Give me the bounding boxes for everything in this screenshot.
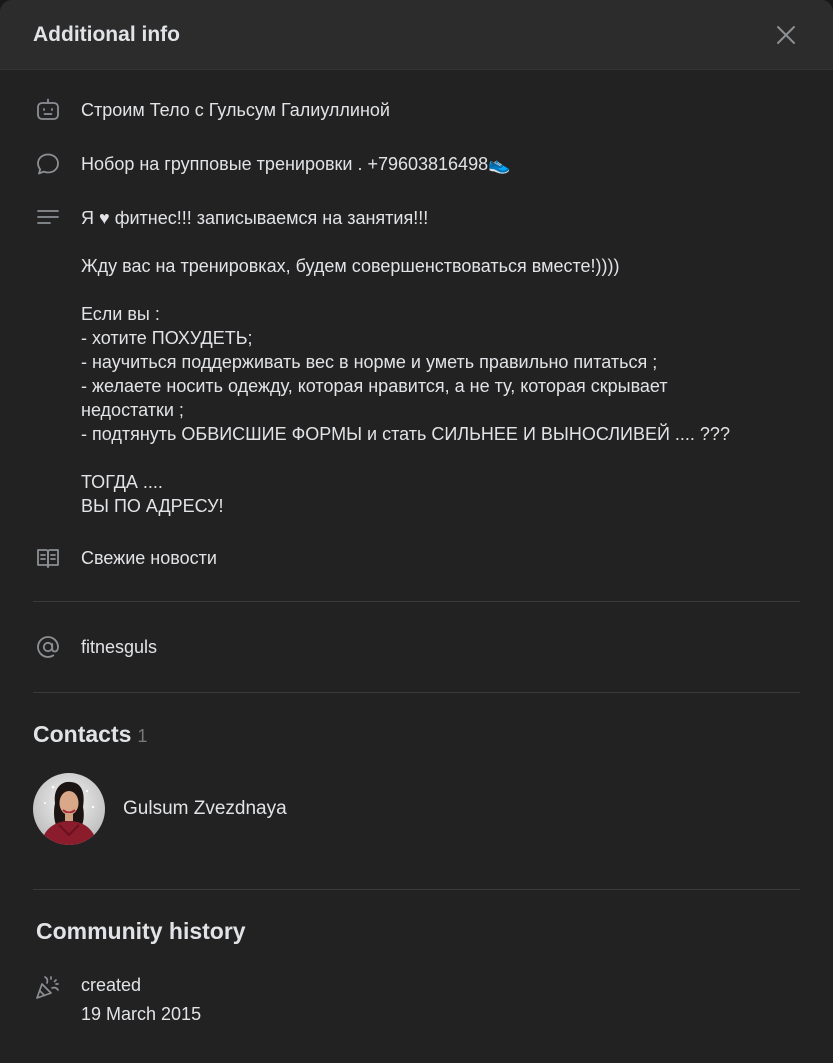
community-description: Я ♥ фитнес!!! записываемся на занятия!!!… — [81, 203, 730, 518]
description-line: Если вы : — [81, 304, 160, 324]
additional-info-modal: Additional info Строим Тело с Гульсум Га… — [0, 0, 833, 1063]
contacts-header: Contacts 1 — [33, 721, 800, 748]
description-line: - хотите ПОХУДЕТЬ; — [81, 328, 253, 348]
divider — [33, 692, 800, 693]
message-icon — [33, 149, 63, 179]
description-line: ТОГДА .... — [81, 472, 163, 492]
community-name: Строим Тело с Гульсум Галиуллиной — [81, 100, 390, 120]
history-item: created 19 March 2015 — [33, 972, 800, 1026]
history-event: created — [81, 975, 142, 995]
modal-header: Additional info — [0, 0, 833, 70]
divider — [33, 889, 800, 890]
community-status: Нобор на групповые тренировки . +7960381… — [81, 154, 511, 174]
history-title: Community history — [36, 918, 246, 944]
divider — [33, 601, 800, 602]
info-row-address: fitnesguls — [33, 632, 800, 662]
modal-title: Additional info — [33, 22, 180, 46]
info-row-status: Нобор на групповые тренировки . +7960381… — [33, 149, 800, 179]
contact-item[interactable]: Gulsum Zvezdnaya — [33, 773, 800, 845]
description-line — [81, 278, 730, 302]
book-icon — [33, 543, 63, 573]
description-line: Я ♥ фитнес!!! записываемся на занятия!!! — [81, 208, 429, 228]
history-header: Community history — [33, 918, 800, 945]
description-line: - научиться поддерживать вес в норме и у… — [81, 352, 658, 372]
at-icon — [33, 632, 63, 662]
history-date: 19 March 2015 — [81, 1004, 202, 1024]
contact-name[interactable]: Gulsum Zvezdnaya — [123, 798, 287, 820]
description-line: недостатки ; — [81, 400, 184, 420]
modal-body: Строим Тело с Гульсум Галиуллиной Нобор … — [0, 95, 833, 1026]
description-line: - подтянуть ОБВИСШИЕ ФОРМЫ и стать СИЛЬН… — [81, 424, 730, 444]
description-line — [81, 230, 730, 254]
description-line — [81, 446, 730, 470]
short-address[interactable]: fitnesguls — [81, 632, 157, 662]
description-line: Жду вас на тренировках, будем совершенст… — [81, 256, 620, 276]
info-row-name: Строим Тело с Гульсум Галиуллиной — [33, 95, 800, 125]
contacts-count: 1 — [137, 726, 148, 746]
contacts-title: Contacts — [33, 721, 132, 747]
avatar[interactable] — [33, 773, 105, 845]
description-line: - желаете носить одежду, которая нравитс… — [81, 376, 668, 396]
info-row-news[interactable]: Свежие новости — [33, 543, 800, 573]
bot-icon — [33, 95, 63, 125]
party-icon — [33, 972, 63, 1002]
text-lines-icon — [33, 203, 63, 233]
description-line: ВЫ ПО АДРЕСУ! — [81, 496, 224, 516]
close-icon[interactable] — [773, 22, 799, 48]
info-row-description: Я ♥ фитнес!!! записываемся на занятия!!!… — [33, 203, 800, 518]
news-link[interactable]: Свежие новости — [81, 543, 217, 573]
